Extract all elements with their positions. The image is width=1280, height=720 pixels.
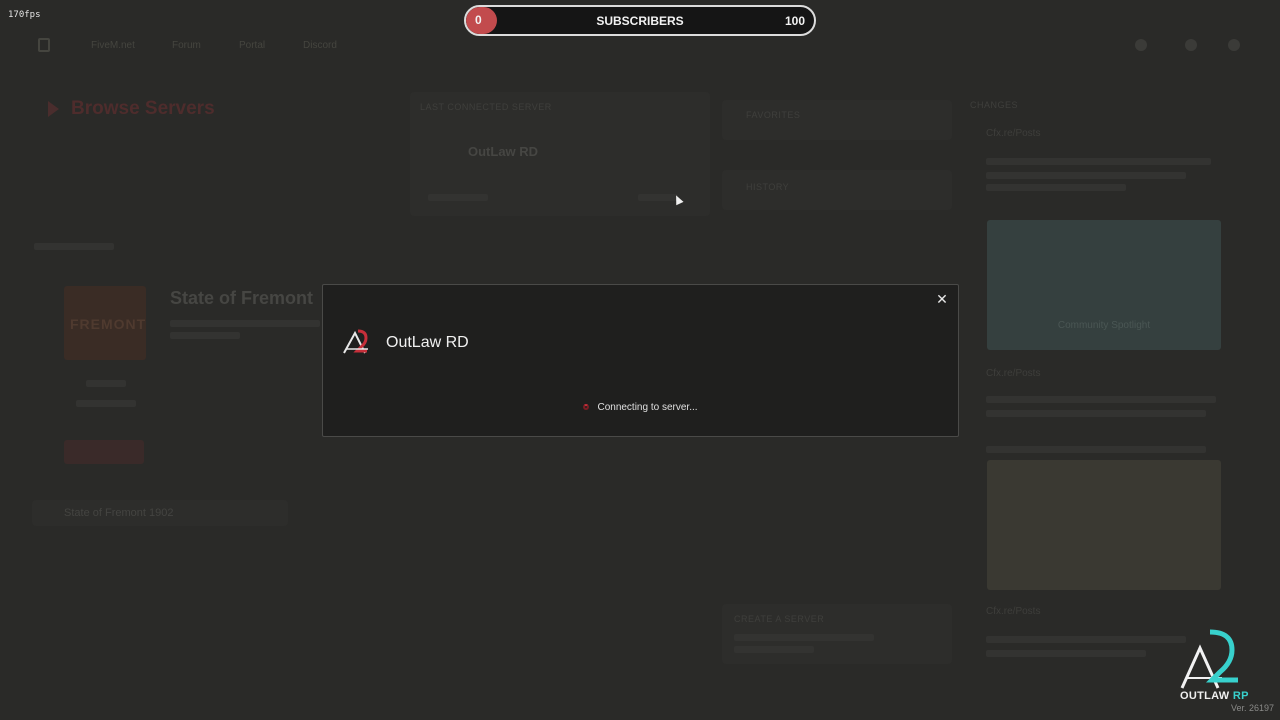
last-connected-panel: LAST CONNECTED SERVER OutLaw RD	[410, 92, 710, 216]
history-tab: HISTORY	[722, 170, 952, 210]
last-connected-meta	[428, 194, 488, 201]
feed-post-image: Community Spotlight	[987, 220, 1221, 350]
exit-icon	[1228, 39, 1240, 51]
feed-post-author: Cfx.re/Posts	[986, 606, 1041, 617]
feed-post-author: Cfx.re/Posts	[986, 128, 1041, 139]
connection-status: Connecting to server...	[323, 402, 958, 413]
promoted-connect-button	[64, 440, 144, 464]
server-list-item-name: State of Fremont 1902	[64, 507, 174, 519]
fps-counter: 170fps	[8, 10, 41, 20]
promoted-label	[34, 243, 114, 250]
close-icon[interactable]: ✕	[934, 291, 950, 307]
feed-post-text	[986, 396, 1216, 403]
feed-post-text	[986, 172, 1186, 179]
app-window: { "overlay": { "fps": "170fps", "subscri…	[0, 0, 1280, 720]
favorites-tab: FAVORITES	[722, 100, 952, 140]
settings-icon	[1185, 39, 1197, 51]
promoted-server-name: State of Fremont	[170, 288, 314, 308]
outlaw-logo-icon	[343, 329, 368, 354]
fivem-logo-icon	[38, 38, 50, 52]
promoted-tags-2	[170, 332, 240, 339]
feed-post-text	[986, 446, 1206, 453]
feed-post-author: Cfx.re/Posts	[986, 368, 1041, 379]
promoted-tags	[170, 320, 320, 327]
server-list-item: State of Fremont 1902	[32, 500, 288, 526]
account-icon	[1135, 39, 1147, 51]
play-icon	[48, 101, 59, 117]
player-count	[86, 380, 126, 387]
nav-link-portal: Portal	[239, 40, 266, 51]
last-connected-name: OutLaw RD	[468, 144, 539, 159]
favorites-label: FAVORITES	[746, 110, 801, 120]
browse-title: Browse Servers	[71, 98, 215, 119]
feed-post-text	[986, 184, 1126, 191]
ping-info	[76, 400, 136, 407]
connection-status-text: Connecting to server...	[597, 402, 698, 413]
feed-header: CHANGES	[970, 100, 1019, 110]
create-server-panel: CREATE A SERVER	[722, 604, 952, 664]
last-connected-heading: LAST CONNECTED SERVER	[420, 102, 552, 112]
version-label: Ver. 26197	[1230, 703, 1274, 713]
nav-link-forum: Forum	[172, 40, 201, 51]
create-server-desc-2	[734, 646, 814, 653]
brand-name-a: OUTLAW	[1180, 690, 1230, 702]
brand-name: OUTLAW RP	[1180, 690, 1249, 702]
history-label: HISTORY	[746, 182, 790, 192]
nav-link-fivem: FiveM.net	[91, 40, 135, 51]
brand-name-b: RP	[1232, 690, 1249, 702]
dialog-server-name: OutLaw RD	[386, 334, 469, 351]
connecting-dialog: ✕ OutLaw RD Connecting to server...	[322, 284, 959, 437]
feed-post-text	[986, 410, 1206, 417]
feed-post-text	[986, 158, 1211, 165]
loading-spinner-icon	[583, 404, 590, 410]
subscriber-max: 100	[784, 14, 805, 28]
feed-post-image	[987, 460, 1221, 590]
create-server-heading: CREATE A SERVER	[734, 614, 825, 624]
nav-link-discord: Discord	[303, 40, 337, 51]
spotlight-label: Community Spotlight	[1057, 320, 1151, 331]
create-server-desc	[734, 634, 874, 641]
browse-header: Browse Servers	[48, 98, 215, 120]
subscriber-goal-bar: 0 SUBSCRIBERS 100	[464, 5, 816, 36]
outlaw-rp-logo-icon	[1180, 629, 1238, 689]
feed-post-text	[986, 650, 1146, 657]
fremont-banner: FREMONT	[64, 286, 146, 360]
fremont-banner-text: FREMONT	[70, 316, 147, 332]
feed-post-text	[986, 636, 1186, 643]
subscriber-label: SUBSCRIBERS	[596, 14, 684, 28]
